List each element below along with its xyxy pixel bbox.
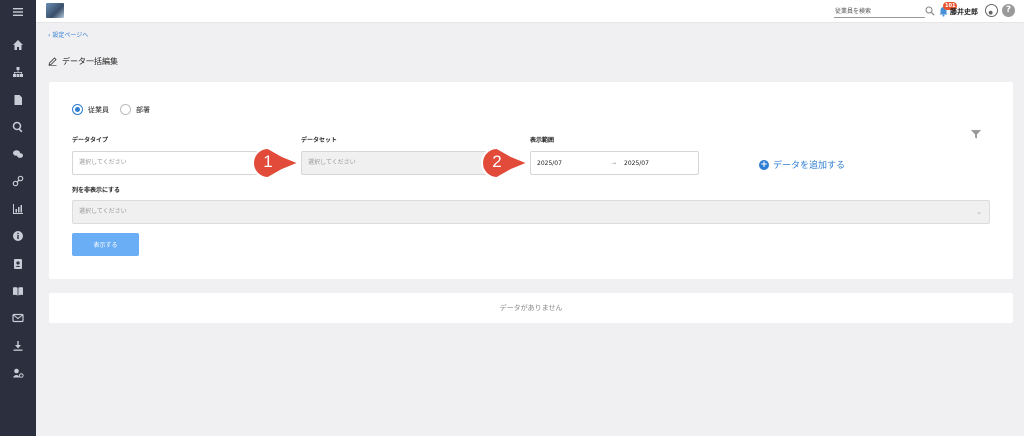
download-icon[interactable] bbox=[9, 338, 27, 354]
user-settings-icon[interactable] bbox=[9, 365, 27, 381]
link-icon[interactable] bbox=[9, 173, 27, 189]
callout-marker-1: 1 bbox=[249, 146, 305, 180]
range-from-value[interactable]: 2025/07 bbox=[537, 160, 562, 167]
search-icon[interactable] bbox=[925, 6, 935, 16]
add-data-button[interactable]: + データを追加する bbox=[759, 158, 845, 171]
company-logo[interactable] bbox=[46, 3, 64, 18]
data-type-select[interactable]: 選択してください bbox=[72, 151, 272, 175]
date-range-picker[interactable]: 2025/07 → 2025/07 bbox=[530, 151, 699, 175]
range-arrow-icon: → bbox=[611, 160, 617, 167]
mail-icon[interactable] bbox=[9, 310, 27, 326]
back-link-label: 設定ページへ bbox=[52, 32, 89, 39]
back-to-settings-link[interactable]: ‹ 設定ページへ bbox=[48, 30, 88, 39]
callout-number-2: 2 bbox=[492, 152, 502, 171]
empty-message: データがありません bbox=[499, 304, 563, 312]
radio-employee[interactable]: 従業員 bbox=[72, 104, 109, 115]
chat-icon[interactable] bbox=[9, 146, 27, 162]
top-header: 101 藤井史郎 ? bbox=[36, 0, 1024, 23]
data-type-label: データタイプ bbox=[72, 137, 109, 144]
callout-marker-2: 2 bbox=[478, 146, 534, 180]
chevron-down-icon: ⌄ bbox=[976, 208, 982, 216]
plus-circle-icon: + bbox=[759, 159, 769, 170]
dataset-label: データセット bbox=[301, 137, 338, 144]
callout-number-1: 1 bbox=[263, 152, 273, 171]
hide-columns-select[interactable]: 選択してください ⌄ bbox=[72, 200, 990, 224]
home-icon[interactable] bbox=[9, 37, 27, 53]
show-button[interactable]: 表示する bbox=[72, 233, 139, 256]
user-avatar-icon bbox=[988, 10, 993, 16]
chart-icon[interactable] bbox=[9, 201, 27, 217]
book-icon[interactable] bbox=[9, 283, 27, 299]
filter-icon[interactable] bbox=[971, 130, 981, 139]
user-name[interactable]: 藤井史郎 bbox=[950, 7, 978, 17]
help-button[interactable]: ? bbox=[1002, 4, 1015, 17]
radio-department[interactable]: 部署 bbox=[120, 104, 150, 115]
edit-pencil-icon bbox=[48, 57, 57, 66]
dataset-select[interactable]: 選択してください bbox=[301, 151, 501, 175]
results-empty-state: データがありません bbox=[49, 293, 1013, 323]
avatar[interactable] bbox=[985, 4, 998, 17]
contact-icon[interactable] bbox=[9, 256, 27, 272]
filter-card: 従業員 部署 データタイプ 選択してください データセット 選択してください 表… bbox=[49, 82, 1013, 279]
menu-icon[interactable] bbox=[9, 4, 27, 20]
range-label: 表示範囲 bbox=[530, 137, 555, 144]
radio-employee-indicator[interactable] bbox=[72, 104, 83, 115]
radio-department-indicator[interactable] bbox=[120, 104, 131, 115]
radio-employee-label: 従業員 bbox=[88, 105, 109, 114]
hide-columns-label: 列を非表示にする bbox=[72, 187, 121, 194]
search-icon[interactable] bbox=[9, 119, 27, 135]
range-to-value[interactable]: 2025/07 bbox=[624, 160, 649, 167]
hide-columns-placeholder: 選択してください bbox=[79, 208, 127, 215]
sidebar bbox=[0, 0, 36, 436]
info-icon[interactable] bbox=[9, 228, 27, 244]
org-chart-icon[interactable] bbox=[9, 64, 27, 80]
page-title: データ一括編集 bbox=[48, 56, 118, 67]
radio-department-label: 部署 bbox=[136, 105, 150, 114]
employee-search-input[interactable] bbox=[834, 5, 925, 18]
add-data-label: データを追加する bbox=[773, 161, 846, 171]
page-title-text: データ一括編集 bbox=[62, 57, 118, 66]
document-icon[interactable] bbox=[9, 92, 27, 108]
